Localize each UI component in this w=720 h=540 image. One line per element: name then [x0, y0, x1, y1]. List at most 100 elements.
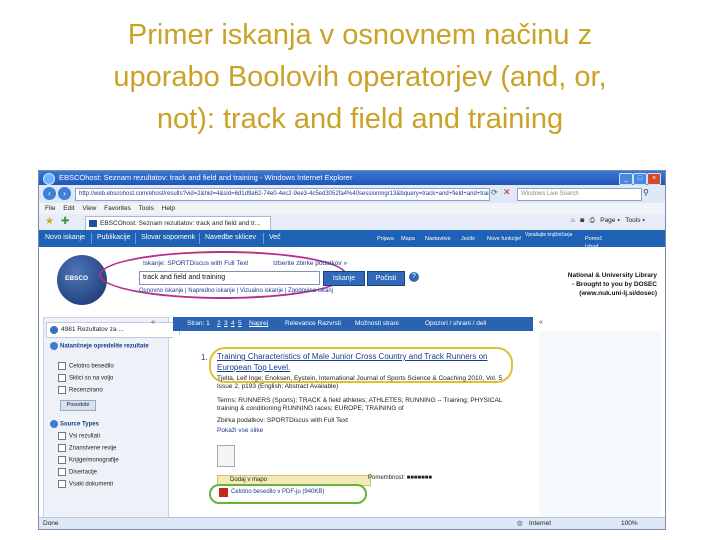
status-bar: Done ◎ Internet 100%: [39, 517, 665, 529]
forward-icon[interactable]: ›: [58, 187, 71, 200]
checkbox[interactable]: [58, 432, 66, 440]
search-history-link[interactable]: Zgodovina iskanj: [288, 288, 333, 294]
search-input[interactable]: track and field and training: [139, 271, 320, 285]
advanced-search-link[interactable]: Napredno iskanje: [188, 288, 235, 294]
page-link[interactable]: 5: [238, 320, 242, 327]
source-type-option[interactable]: Znanstvene revije: [58, 444, 116, 452]
checkbox[interactable]: [58, 386, 66, 394]
menu-help[interactable]: Help: [162, 205, 175, 212]
library-info: National & University Library - Brought …: [539, 271, 657, 298]
minus-icon[interactable]: [50, 342, 58, 350]
nav-cited-references[interactable]: Navedbe sklicev: [205, 234, 256, 241]
result-number: 1.: [201, 353, 208, 362]
checkbox[interactable]: [58, 374, 66, 382]
nav-separator: [91, 233, 92, 244]
collapse-left-icon[interactable]: «: [151, 319, 155, 326]
page-link[interactable]: 2: [217, 320, 221, 327]
page-menu[interactable]: Page: [600, 217, 615, 224]
source-type-option[interactable]: Knjige/monografije: [58, 456, 119, 464]
nav-thesaurus[interactable]: Slovar sopomenk: [141, 234, 195, 241]
visual-search-link[interactable]: Vizualno iskanje: [240, 288, 283, 294]
menu-view[interactable]: View: [82, 205, 96, 212]
print-icon[interactable]: ⎙: [590, 217, 595, 224]
refine-option[interactable]: Celotno besedilo: [58, 362, 114, 370]
link-preferences[interactable]: Nastavitve: [425, 232, 451, 246]
refine-section-title: Natančneje opredelite rezultate: [50, 342, 162, 351]
page-link[interactable]: 3: [224, 320, 228, 327]
choose-databases-link[interactable]: Izberite zbirke podatkov »: [273, 260, 347, 267]
browser-tab-label: EBSCOhost: Seznam rezultatov: track and …: [100, 220, 261, 227]
link-new-features[interactable]: Nove funkcije!: [487, 232, 522, 246]
link-ask-librarian[interactable]: Vprašajte knjižničarja: [525, 232, 581, 246]
checkbox[interactable]: [58, 480, 66, 488]
page-link[interactable]: 4: [231, 320, 235, 327]
menu-favorites[interactable]: Favorites: [104, 205, 131, 212]
nav-more[interactable]: Več: [269, 234, 281, 241]
close-button[interactable]: ×: [647, 173, 661, 185]
results-toolbar: Stran: 1 2 3 4 5 Naprej Relevance Razvrs…: [173, 317, 533, 331]
favorites-star-icon[interactable]: ★: [45, 216, 54, 227]
menu-file[interactable]: File: [45, 205, 55, 212]
checkbox[interactable]: [58, 444, 66, 452]
result-title-link[interactable]: Training Characteristics of Male Junior …: [217, 351, 507, 373]
slide-title-line-1: Primer iskanja v osnovnem načinu z: [127, 19, 593, 51]
add-favorites-icon[interactable]: ✚: [61, 216, 69, 227]
basic-search-link[interactable]: Osnovno iskanje: [139, 288, 183, 294]
result-metadata: Tjelta, Leif Inge; Enoksen, Eystein, Int…: [217, 375, 503, 390]
share-dropdown[interactable]: Opozori / shrani / deli: [425, 320, 486, 327]
left-panel: 4981 Rezultatov za ... Natančneje oprede…: [43, 317, 180, 521]
results-count: 4981 Rezultatov za ...: [61, 326, 124, 333]
next-page-link[interactable]: Naprej: [249, 320, 268, 327]
home-icon[interactable]: ⌂: [571, 217, 575, 224]
nav-publications[interactable]: Publikacije: [97, 234, 130, 241]
tools-menu[interactable]: Tools: [625, 217, 640, 224]
result-subjects: Terms: RUNNERS (Sports); TRACK & field a…: [217, 397, 503, 412]
search-area: EBSCO Iskanje: SPORTDiscus with Full Tex…: [39, 247, 665, 313]
relevance-indicator: Pomembnost: ■■■■■■■: [368, 475, 433, 481]
show-images-link[interactable]: Pokaži vse slike: [217, 427, 263, 434]
refine-option[interactable]: Sklici so na voljo: [58, 374, 113, 382]
thumbnail-image[interactable]: [217, 445, 235, 467]
link-sign-in[interactable]: Prijava: [377, 232, 394, 246]
link-folder[interactable]: Mapa: [401, 232, 415, 246]
back-icon[interactable]: ‹: [43, 187, 56, 200]
minus-icon[interactable]: [50, 420, 58, 428]
minimize-button[interactable]: _: [619, 173, 633, 185]
search-icon[interactable]: ⚲: [643, 188, 649, 197]
source-type-option[interactable]: Vsaki dokumenti: [58, 480, 113, 488]
maximize-button[interactable]: □: [633, 173, 647, 185]
live-search-input[interactable]: Windows Live Search: [517, 188, 642, 201]
menu-tools[interactable]: Tools: [139, 205, 154, 212]
page-tools: ⌂ ◙ ⎙ Page ▾ Tools ▾: [570, 217, 645, 224]
update-button[interactable]: Posodobi: [60, 400, 96, 411]
feeds-icon[interactable]: ◙: [580, 217, 584, 224]
status-zone: Internet: [529, 520, 552, 527]
sort-dropdown[interactable]: Relevance Razvrsti: [285, 320, 341, 327]
checkbox[interactable]: [58, 362, 66, 370]
link-languages[interactable]: Jeziki: [461, 232, 475, 246]
search-button[interactable]: Iskanje: [323, 271, 365, 286]
browser-tab[interactable]: EBSCOhost: Seznam rezultatov: track and …: [85, 216, 271, 230]
pdf-full-text-link[interactable]: Celotno besedilo v PDF-ju (940KB): [213, 487, 381, 498]
stop-icon[interactable]: ✕: [503, 187, 511, 198]
refine-option[interactable]: Recenzirano: [58, 386, 103, 394]
right-column: [539, 331, 661, 519]
help-icon[interactable]: ?: [409, 272, 419, 282]
menu-edit[interactable]: Edit: [63, 205, 74, 212]
source-type-option[interactable]: Disertacije: [58, 468, 97, 476]
checkbox[interactable]: [58, 456, 66, 464]
source-type-option[interactable]: Vsi rezultati: [58, 432, 100, 440]
page-options-dropdown[interactable]: Možnosti strani: [355, 320, 399, 327]
clear-button[interactable]: Počisti: [367, 271, 405, 286]
checkbox[interactable]: [58, 468, 66, 476]
refresh-icon[interactable]: ⟳: [491, 188, 498, 197]
url-field[interactable]: http://web.ebscohost.com/ehost/results?v…: [75, 188, 490, 201]
slide-title-line-2: uporabo Boolovih operatorjev (and, or,: [113, 61, 607, 93]
results-icon: [50, 326, 58, 334]
collapse-right-icon[interactable]: «: [539, 319, 543, 326]
menu-bar: File Edit View Favorites Tools Help: [39, 203, 665, 214]
slide-title-line-3: not): track and field and training: [156, 103, 564, 135]
status-zoom[interactable]: 100%: [621, 518, 638, 529]
nav-new-search[interactable]: Novo iskanje: [45, 234, 85, 241]
window-titlebar: EBSCOhost: Seznam rezultatov: track and …: [39, 171, 665, 185]
